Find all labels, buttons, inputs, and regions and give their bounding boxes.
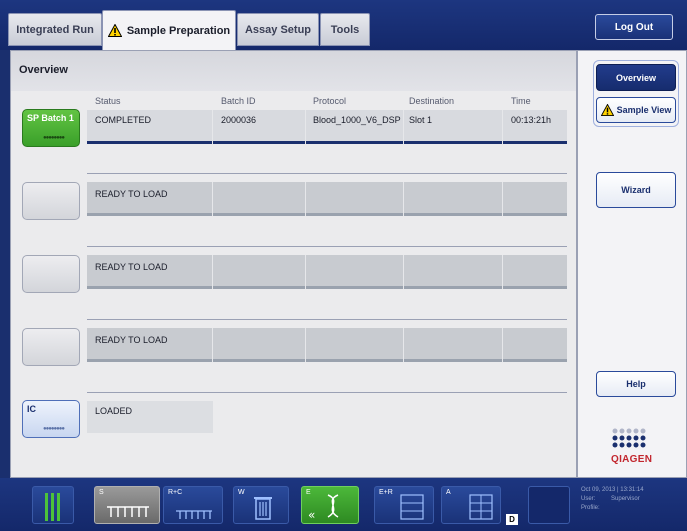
tab-integrated-run[interactable]: Integrated Run <box>8 13 102 46</box>
batch-slot-2-button[interactable] <box>22 182 80 220</box>
tab-label: Sample Preparation <box>126 24 231 37</box>
ic-status-box: LOADED <box>87 401 213 433</box>
row-divider <box>87 319 567 320</box>
status-user-row: User: Supervisor <box>581 495 644 504</box>
row-protocol: Blood_1000_V6_DSP <box>313 115 401 125</box>
warning-icon <box>600 104 614 116</box>
slot-label: IC <box>27 404 36 414</box>
cell-separator <box>212 255 213 289</box>
batch-slot-4-button[interactable] <box>22 328 80 366</box>
tab-assay-setup[interactable]: Assay Setup <box>237 13 319 46</box>
log-out-button[interactable]: Log Out <box>595 14 673 40</box>
eluate-dna-icon: « <box>308 494 339 522</box>
row-batch-id: 2000036 <box>221 115 257 125</box>
waste-bin-icon <box>254 497 272 520</box>
row-divider <box>87 173 567 174</box>
table-row <box>87 182 567 216</box>
cell-separator <box>502 110 503 144</box>
table-row <box>87 328 567 362</box>
cell-separator <box>403 182 404 216</box>
user-label: User: <box>581 496 596 502</box>
cell-separator <box>403 328 404 362</box>
sp-batch-1-button[interactable]: SP Batch 1 ●●●●●●●● <box>22 109 80 147</box>
slot-label: SP Batch 1 <box>27 113 74 123</box>
row-divider <box>87 246 567 247</box>
wizard-button[interactable]: Wizard <box>596 172 676 208</box>
assay-plate-slot[interactable]: E+R <box>374 486 434 524</box>
cell-separator <box>212 110 213 144</box>
cell-separator <box>403 255 404 289</box>
sample-view-button[interactable]: Sample View <box>596 97 676 123</box>
right-navigation-panel: Overview Sample View Wizard Help QIAGEN <box>577 50 687 478</box>
tab-tools[interactable]: Tools <box>320 13 370 46</box>
cell-separator <box>502 255 503 289</box>
column-header-protocol: Protocol <box>313 96 347 106</box>
top-tab-bar: Integrated Run Sample Preparation Assay … <box>0 0 687 50</box>
d-badge: D <box>506 514 518 525</box>
row-time: 00:13:21h <box>511 115 552 125</box>
cell-separator <box>305 328 306 362</box>
ic-button[interactable]: IC ●●●●●●●● <box>22 400 80 438</box>
profile-label: Profile: <box>581 505 600 511</box>
reagent-slot[interactable]: R+C <box>163 486 223 524</box>
svg-text:«: « <box>308 508 315 522</box>
sample-tubes-icon <box>107 506 149 517</box>
assay-grid-icon <box>469 494 493 520</box>
cell-separator <box>305 110 306 144</box>
tube-dots-icon: ●●●●●●●● <box>43 135 65 141</box>
tab-label: Tools <box>330 23 360 36</box>
tab-label: Integrated Run <box>16 23 94 36</box>
column-header-status: Status <box>95 96 121 106</box>
overview-button[interactable]: Overview <box>596 64 676 91</box>
row-status: COMPLETED <box>95 115 152 125</box>
overview-title: Overview <box>19 64 68 76</box>
table-row <box>87 255 567 289</box>
cell-separator <box>212 328 213 362</box>
cell-separator <box>403 110 404 144</box>
column-header-time: Time <box>511 96 531 106</box>
cell-separator <box>502 328 503 362</box>
overview-panel: Overview Status Batch ID Protocol Destin… <box>10 50 577 478</box>
user-value: Supervisor <box>611 496 640 502</box>
reagent-icon <box>176 510 212 519</box>
help-button[interactable]: Help <box>596 371 676 397</box>
qiagen-logo-icon <box>612 428 646 448</box>
empty-slot[interactable] <box>528 486 570 524</box>
assay-grid-slot[interactable]: A <box>441 486 501 524</box>
sample-slot[interactable]: S <box>94 486 160 524</box>
column-header-batch-id: Batch ID <box>221 96 256 106</box>
eluate-slot[interactable]: E « <box>301 486 359 524</box>
cell-separator <box>305 182 306 216</box>
warning-icon <box>107 24 122 37</box>
assay-plate-icon <box>400 494 424 520</box>
row-status: READY TO LOAD <box>95 335 168 345</box>
waste-slot[interactable]: W <box>233 486 289 524</box>
tube-rack-slot[interactable] <box>32 486 74 524</box>
cell-separator <box>305 255 306 289</box>
column-header-destination: Destination <box>409 96 455 106</box>
tube-dots-icon: ●●●●●●●● <box>43 426 65 432</box>
ic-status: LOADED <box>95 406 133 416</box>
tab-label: Assay Setup <box>244 23 312 36</box>
status-info: Oct 09, 2013 | 13:31:14 User: Supervisor… <box>581 486 644 513</box>
batch-slot-3-button[interactable] <box>22 255 80 293</box>
row-status: READY TO LOAD <box>95 189 168 199</box>
cell-separator <box>502 182 503 216</box>
sample-view-label: Sample View <box>616 105 672 115</box>
row-divider <box>87 392 567 393</box>
row-status: READY TO LOAD <box>95 262 168 272</box>
row-destination: Slot 1 <box>409 115 433 125</box>
cell-separator <box>212 182 213 216</box>
overview-header: Overview <box>11 51 576 91</box>
qiagen-logo-text: QIAGEN <box>611 454 653 465</box>
status-datetime: Oct 09, 2013 | 13:31:14 <box>581 487 644 493</box>
tube-rack-icon <box>45 493 60 521</box>
tab-sample-preparation[interactable]: Sample Preparation <box>102 10 236 50</box>
